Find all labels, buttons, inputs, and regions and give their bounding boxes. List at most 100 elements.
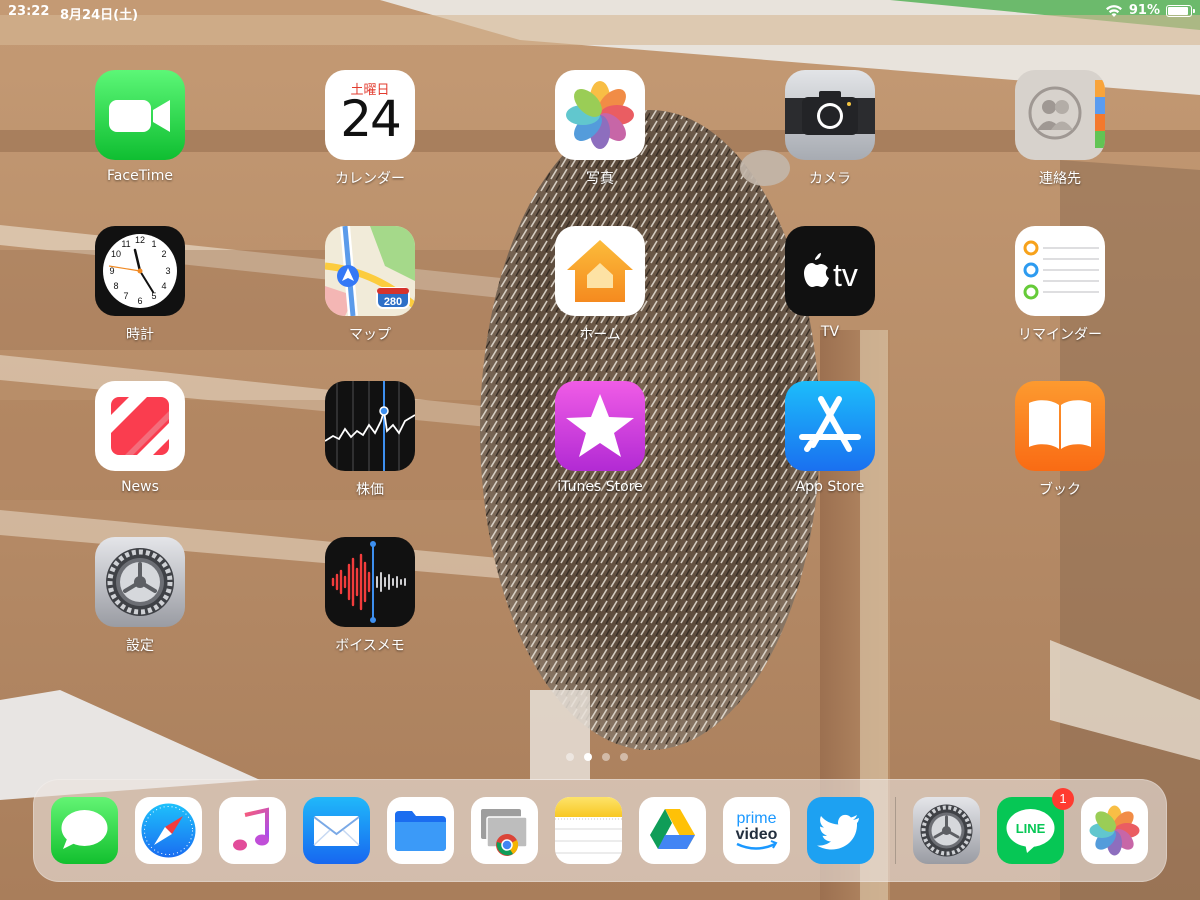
app-itunes-store[interactable]: iTunes Store xyxy=(530,381,670,507)
maps-route-sign-text: 280 xyxy=(384,296,402,308)
app-label: ボイスメモ xyxy=(335,638,405,654)
prime-video-icon: prime video xyxy=(723,797,790,864)
app-label: リマインダー xyxy=(1018,327,1102,343)
dock-app-messages[interactable] xyxy=(51,797,118,864)
page-indicator[interactable] xyxy=(566,753,628,761)
messages-icon xyxy=(51,797,118,864)
dock-divider xyxy=(895,797,896,864)
app-books[interactable]: ブック xyxy=(990,381,1130,507)
app-contacts[interactable]: 連絡先 xyxy=(990,70,1130,196)
status-right-group: 91% xyxy=(1105,3,1195,18)
home-icon xyxy=(555,226,645,316)
app-label: ホーム xyxy=(579,327,621,343)
status-date: 8月24日(土) xyxy=(60,8,139,23)
app-label: ブック xyxy=(1039,482,1081,498)
dock-app-notes[interactable] xyxy=(555,797,622,864)
dock-app-files[interactable] xyxy=(387,797,454,864)
battery-icon xyxy=(1166,4,1195,17)
app-facetime[interactable]: FaceTime xyxy=(70,70,210,196)
facetime-icon xyxy=(95,70,185,160)
app-label: カメラ xyxy=(809,171,851,187)
news-icon xyxy=(95,381,185,471)
dock-app-safari[interactable] xyxy=(135,797,202,864)
svg-text:12: 12 xyxy=(135,235,145,245)
svg-text:6: 6 xyxy=(137,296,142,306)
app-label: 時計 xyxy=(126,327,154,343)
svg-text:11: 11 xyxy=(121,239,130,249)
app-news[interactable]: News xyxy=(70,381,210,507)
dock-app-line[interactable]: LINE xyxy=(997,797,1064,864)
calendar-icon: 土曜日 24 xyxy=(325,70,415,160)
svg-text:9: 9 xyxy=(109,266,114,276)
svg-text:10: 10 xyxy=(111,249,121,259)
svg-text:3: 3 xyxy=(165,266,170,276)
dock-app-settings[interactable] xyxy=(913,797,980,864)
contacts-icon xyxy=(1015,70,1105,160)
dock-app-chrome-remote-desktop[interactable] xyxy=(471,797,538,864)
battery-percent: 91% xyxy=(1128,3,1160,18)
app-label: カレンダー xyxy=(335,171,405,187)
music-note-icon xyxy=(219,797,286,864)
dock-app-photos[interactable] xyxy=(1081,797,1148,864)
app-camera[interactable]: カメラ xyxy=(760,70,900,196)
app-settings[interactable]: 設定 xyxy=(70,537,210,663)
dock-app-mail[interactable] xyxy=(303,797,370,864)
calendar-day: 24 xyxy=(340,90,402,148)
status-time: 23:22 xyxy=(8,4,50,19)
app-label: 連絡先 xyxy=(1039,171,1081,187)
app-photos[interactable]: 写真 xyxy=(530,70,670,196)
app-home[interactable]: ホーム xyxy=(530,226,670,352)
dock-app-prime-video[interactable]: prime video xyxy=(723,797,790,864)
twitter-bird-icon xyxy=(807,797,874,864)
dock-app-google-drive[interactable] xyxy=(639,797,706,864)
books-icon xyxy=(1015,381,1105,471)
safari-compass-icon xyxy=(135,797,202,864)
app-clock[interactable]: 12 1 2 345 678 9 10 11 時計 xyxy=(70,226,210,352)
app-stocks[interactable]: 株価 xyxy=(300,381,440,507)
dock-app-music[interactable] xyxy=(219,797,286,864)
app-tv[interactable]: tv TV xyxy=(760,226,900,352)
app-label: マップ xyxy=(349,327,391,343)
photos-icon xyxy=(1081,797,1148,864)
app-label: 株価 xyxy=(356,482,384,498)
reminders-icon xyxy=(1015,226,1105,316)
app-store-icon xyxy=(785,381,875,471)
app-reminders[interactable]: リマインダー xyxy=(990,226,1130,352)
page-dot[interactable] xyxy=(620,753,628,761)
app-calendar[interactable]: 土曜日 24 カレンダー xyxy=(300,70,440,196)
status-bar: 23:22 8月24日(土) 91% xyxy=(0,0,1200,24)
app-label: 写真 xyxy=(586,171,614,187)
app-maps[interactable]: 280 マップ xyxy=(300,226,440,352)
itunes-star-icon xyxy=(555,381,645,471)
app-label: 設定 xyxy=(126,638,154,654)
svg-text:2: 2 xyxy=(161,249,166,259)
page-dot[interactable] xyxy=(566,753,574,761)
app-voice-memos[interactable]: ボイスメモ xyxy=(300,537,440,663)
clock-icon: 12 1 2 345 678 9 10 11 xyxy=(95,226,185,316)
app-label: FaceTime xyxy=(107,168,173,184)
settings-gear-icon xyxy=(913,797,980,864)
google-drive-icon xyxy=(639,797,706,864)
app-label: TV xyxy=(820,324,840,340)
app-label: News xyxy=(121,479,159,495)
prime-video-text-1: prime xyxy=(736,810,776,827)
dock-app-twitter[interactable] xyxy=(807,797,874,864)
tv-icon: tv xyxy=(785,226,875,316)
voice-memos-icon xyxy=(325,537,415,627)
svg-text:1: 1 xyxy=(151,239,156,249)
line-icon-text: LINE xyxy=(1016,821,1046,836)
mail-envelope-icon xyxy=(303,797,370,864)
app-app-store[interactable]: App Store xyxy=(760,381,900,507)
app-label: iTunes Store xyxy=(557,479,643,495)
stocks-icon xyxy=(325,381,415,471)
tv-icon-text: tv xyxy=(833,257,858,293)
svg-text:8: 8 xyxy=(113,281,118,291)
photos-icon xyxy=(555,70,645,160)
svg-text:7: 7 xyxy=(123,291,128,301)
page-dot-active[interactable] xyxy=(584,753,592,761)
maps-icon: 280 xyxy=(325,226,415,316)
wifi-icon xyxy=(1105,4,1122,17)
page-dot[interactable] xyxy=(602,753,610,761)
app-label: App Store xyxy=(795,479,865,495)
camera-icon xyxy=(785,70,875,160)
